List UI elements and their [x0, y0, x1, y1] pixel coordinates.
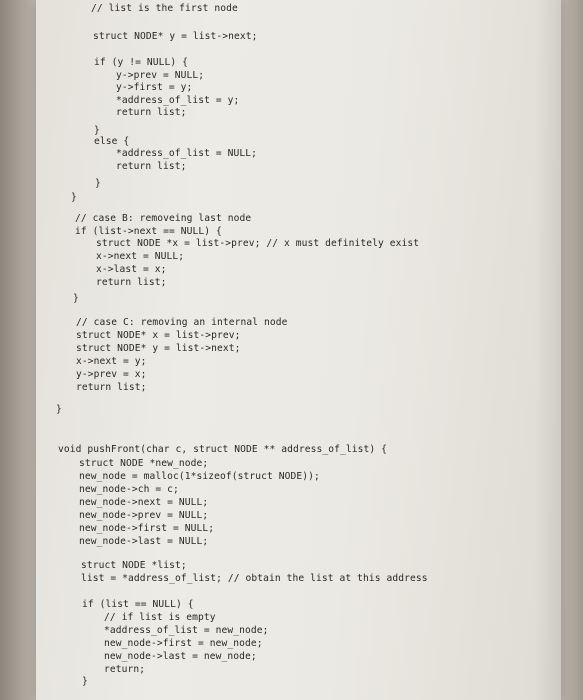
code-line: new_node->ch = c;	[79, 484, 179, 495]
code-line: new_node->next = NULL;	[79, 497, 209, 508]
code-line: }	[56, 404, 62, 415]
code-line: if (list == NULL) {	[82, 599, 194, 610]
code-line: x->next = NULL;	[96, 251, 185, 262]
code-line: // case C: removing an internal node	[76, 317, 288, 328]
code-line: y->first = y;	[116, 82, 193, 93]
code-line: struct NODE* y = list->next;	[93, 31, 258, 42]
photo-background: // list is the first node struct NODE* y…	[0, 0, 583, 700]
code-line: if (list->next == NULL) {	[75, 226, 222, 237]
code-line: return list;	[76, 382, 147, 393]
code-line: list = *address_of_list; // obtain the l…	[81, 573, 428, 584]
code-line: struct NODE *list;	[81, 560, 187, 571]
code-line: struct NODE *x = list->prev; // x must d…	[96, 238, 420, 249]
code-line: return list;	[116, 107, 187, 118]
code-line: x->next = y;	[76, 356, 147, 367]
code-line: // if list is empty	[104, 612, 216, 623]
code-line: x->last = x;	[96, 264, 167, 275]
code-line: new_node = malloc(1*sizeof(struct NODE))…	[79, 471, 320, 482]
sheet-shading	[535, 0, 561, 700]
code-line: new_node->last = NULL;	[79, 536, 209, 547]
code-line: y->prev = x;	[76, 369, 147, 380]
code-line: return;	[104, 664, 146, 675]
code-line: else {	[94, 136, 130, 147]
code-line: new_node->first = NULL;	[79, 523, 215, 534]
code-line: }	[95, 178, 101, 189]
right-shadow	[559, 0, 583, 700]
code-line: y->prev = NULL;	[116, 70, 205, 81]
code-line: }	[82, 676, 88, 687]
left-shadow	[0, 0, 38, 700]
code-line: void pushFront(char c, struct NODE ** ad…	[58, 444, 388, 455]
code-line: *address_of_list = new_node;	[104, 625, 269, 636]
code-line: }	[73, 293, 79, 304]
code-line: if (y != NULL) {	[94, 57, 189, 68]
code-line: return list;	[96, 277, 167, 288]
code-line: // case B: removeing last node	[75, 213, 252, 224]
code-line: *address_of_list = NULL;	[116, 148, 258, 159]
code-line: *address_of_list = y;	[116, 95, 240, 106]
code-line: }	[71, 192, 77, 203]
code-line: struct NODE* y = list->next;	[76, 343, 241, 354]
code-line: new_node->last = new_node;	[104, 651, 257, 662]
code-line: struct NODE *new_node;	[79, 458, 209, 469]
code-line: new_node->first = new_node;	[104, 638, 263, 649]
code-line: // list is the first node	[91, 3, 238, 14]
code-line: return list;	[116, 161, 187, 172]
code-line: struct NODE* x = list->prev;	[76, 330, 241, 341]
code-line: new_node->prev = NULL;	[79, 510, 209, 521]
